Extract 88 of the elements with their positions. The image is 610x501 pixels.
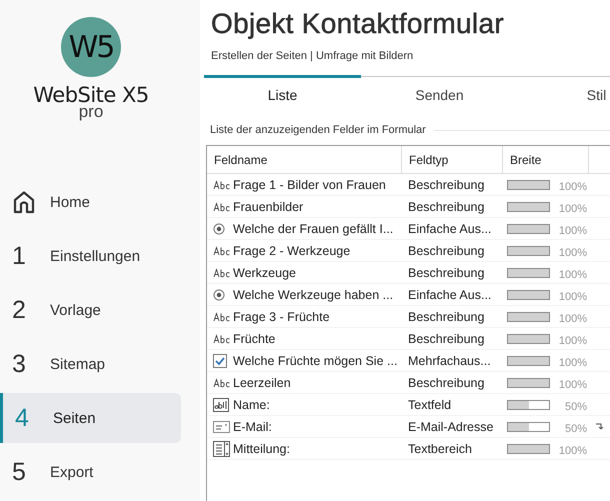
page-title: Objekt Kontaktformular bbox=[211, 8, 505, 40]
text-label-icon bbox=[213, 334, 231, 344]
table-cell: Welche Früchte mögen Sie ... bbox=[207, 354, 402, 368]
logo-mark: W5 bbox=[61, 17, 121, 77]
width-percent: 100% bbox=[558, 356, 588, 368]
sidebar-item[interactable]: 4 Seiten bbox=[0, 393, 181, 443]
width-percent: 100% bbox=[558, 290, 588, 302]
table-cell-text: Beschreibung bbox=[407, 244, 486, 258]
table-cell: Frauenbilder bbox=[207, 200, 402, 214]
table-cell-text: Beschreibung bbox=[407, 376, 486, 390]
width-bar bbox=[507, 246, 550, 256]
step-number: 2 bbox=[12, 296, 26, 324]
width-bar bbox=[507, 268, 550, 278]
table-cell: Früchte bbox=[207, 332, 402, 346]
text-area-icon bbox=[213, 440, 230, 456]
width-bar bbox=[507, 224, 550, 234]
table-cell-text: E-Mail-Adresse bbox=[407, 420, 494, 434]
width-percent: 50% bbox=[564, 422, 588, 434]
table-cell-text: Textfeld bbox=[407, 398, 452, 412]
width-percent: 100% bbox=[558, 378, 588, 390]
text-label-icon bbox=[213, 246, 231, 256]
home-icon bbox=[12, 190, 36, 214]
table-cell: E-Mail: bbox=[207, 420, 402, 434]
width-bar bbox=[507, 334, 550, 344]
width-percent: 100% bbox=[558, 312, 588, 324]
table-cell-text: Beschreibung bbox=[407, 178, 486, 192]
width-bar bbox=[507, 444, 550, 454]
width-percent: 100% bbox=[558, 202, 588, 214]
width-percent: 100% bbox=[558, 444, 588, 456]
tab[interactable]: Stil bbox=[518, 75, 610, 111]
width-percent: 50% bbox=[564, 400, 588, 412]
width-bar bbox=[507, 400, 550, 410]
table-cell: Frage 1 - Bilder von Frauen bbox=[207, 178, 402, 192]
text-label-icon bbox=[213, 180, 231, 190]
sidebar-item[interactable]: 2 Vorlage bbox=[0, 285, 181, 335]
step-number: 4 bbox=[15, 404, 29, 432]
column-header[interactable]: Feldtyp bbox=[402, 146, 503, 173]
column-header[interactable]: Breite bbox=[503, 146, 589, 173]
table-cell-text: Beschreibung bbox=[407, 332, 486, 346]
text-label-icon bbox=[213, 378, 231, 388]
sidebar-item[interactable]: 1 Einstellungen bbox=[0, 231, 181, 281]
breadcrumb: Erstellen der Seiten | Umfrage mit Bildern bbox=[211, 50, 414, 62]
table-cell: Mitteilung: bbox=[207, 440, 402, 456]
return-arrow-icon[interactable] bbox=[595, 422, 603, 430]
table-cell-text: Einfache Aus... bbox=[407, 288, 492, 302]
step-number: 5 bbox=[12, 458, 26, 486]
width-bar bbox=[507, 378, 550, 388]
text-label-icon bbox=[213, 268, 231, 278]
width-bar bbox=[507, 356, 550, 366]
table-cell: Werkzeuge bbox=[207, 266, 402, 280]
table-cell-text: Textbereich bbox=[407, 442, 473, 456]
text-field-icon bbox=[213, 398, 229, 412]
table-cell-text: Beschreibung bbox=[407, 200, 486, 214]
step-number: 3 bbox=[12, 350, 26, 378]
radio-icon bbox=[213, 288, 225, 300]
text-label-icon bbox=[213, 312, 231, 322]
width-percent: 100% bbox=[558, 180, 588, 192]
table-cell-text: Beschreibung bbox=[407, 310, 486, 324]
tab[interactable]: Senden bbox=[361, 75, 518, 111]
width-percent: 100% bbox=[558, 268, 588, 280]
width-bar bbox=[507, 180, 550, 190]
column-header[interactable]: Feldname bbox=[207, 146, 402, 173]
section-label: Liste der anzuzeigenden Felder im Formular bbox=[210, 124, 426, 136]
table-cell-text: Mehrfachaus... bbox=[407, 354, 492, 368]
table-cell-text: Einfache Aus... bbox=[407, 222, 492, 236]
sidebar-item[interactable]: 5 Export bbox=[0, 447, 181, 497]
width-percent: 100% bbox=[558, 246, 588, 258]
width-bar bbox=[507, 422, 550, 432]
table-cell-text: Beschreibung bbox=[407, 266, 486, 280]
step-number: 1 bbox=[12, 242, 26, 270]
tab[interactable]: Liste bbox=[204, 75, 361, 111]
text-label-icon bbox=[213, 202, 231, 212]
table-cell: Name: bbox=[207, 398, 402, 412]
sidebar-item[interactable]: Home bbox=[0, 177, 181, 227]
width-percent: 100% bbox=[558, 224, 588, 236]
table-cell: Frage 2 - Werkzeuge bbox=[207, 244, 402, 258]
width-percent: 100% bbox=[558, 334, 588, 346]
table-cell: Welche der Frauen gefällt I... bbox=[207, 222, 402, 236]
width-bar bbox=[507, 312, 550, 322]
width-bar bbox=[507, 202, 550, 212]
width-bar bbox=[507, 290, 550, 300]
radio-icon bbox=[213, 222, 225, 234]
table-cell: Leerzeilen bbox=[207, 376, 402, 390]
table-cell: Frage 3 - Früchte bbox=[207, 310, 402, 324]
email-field-icon bbox=[213, 420, 230, 432]
table-cell: Welche Werkzeuge haben ... bbox=[207, 288, 402, 302]
checkbox-icon bbox=[213, 354, 227, 368]
sidebar-item[interactable]: 3 Sitemap bbox=[0, 339, 181, 389]
